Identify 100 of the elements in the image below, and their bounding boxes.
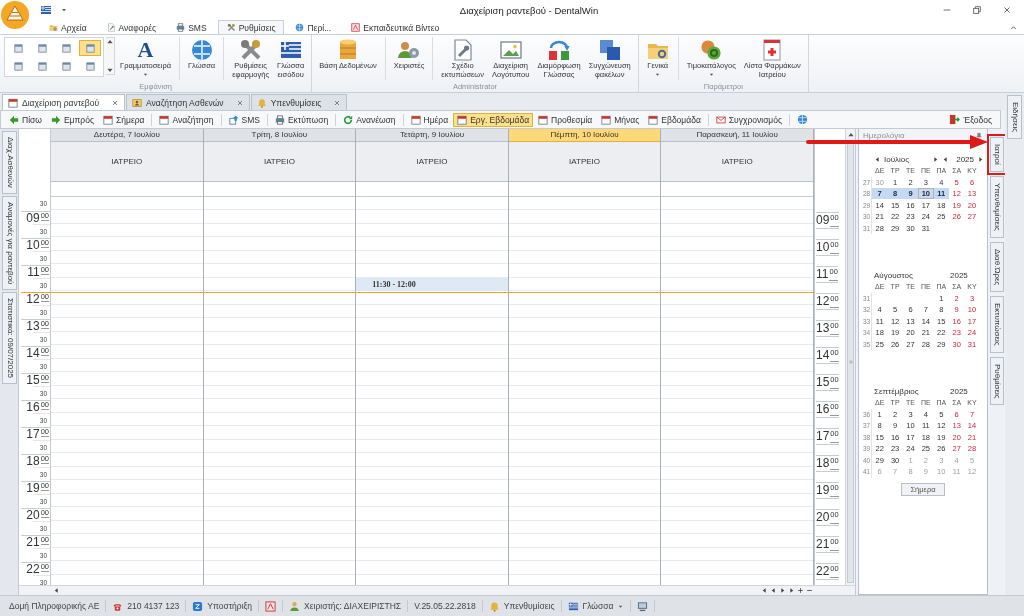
toolbar-button[interactable]: Εκτύπωση — [270, 112, 333, 127]
toolbar-button[interactable]: Μήνας — [597, 112, 644, 127]
ribbon-tab[interactable]: SMS — [167, 20, 216, 34]
hour-label: 13 — [26, 319, 40, 333]
triangle-up-icon — [846, 131, 855, 139]
globe-icon — [189, 38, 214, 62]
upload-icon — [228, 114, 239, 125]
layout-option[interactable] — [79, 40, 101, 56]
hour-label: 16 — [26, 400, 40, 414]
scroll-down-button[interactable] — [106, 66, 114, 74]
hour-label: 17 — [816, 429, 830, 443]
bell-icon — [256, 97, 267, 108]
scroll-up-button[interactable] — [106, 38, 114, 46]
ribbon-tab[interactable]: Αναφορές — [97, 20, 166, 34]
status-item[interactable]: 210 4137 123 — [106, 600, 187, 612]
toolbar-button[interactable]: Σήμερα — [99, 112, 149, 127]
close-icon — [333, 98, 342, 107]
side-tab[interactable]: Αναμονές για ραντεβού — [1, 195, 17, 291]
calendar-icon — [648, 114, 659, 125]
status-item[interactable]: Χειριστής: ΔΙΑΧΕΙΡΙΣΤΗΣ — [283, 600, 409, 612]
side-tab[interactable]: Ειδήσεις — [1007, 95, 1022, 140]
document-tab[interactable]: Υπενθυμίσεις — [250, 94, 348, 110]
next-month-button[interactable] — [932, 155, 940, 163]
tools-icon — [238, 38, 263, 62]
hour-label: 18 — [26, 454, 40, 468]
exit-button[interactable]: Έξοδος — [945, 112, 996, 127]
window-icon — [60, 42, 72, 54]
month-label: Ιούλιος — [884, 154, 911, 164]
status-text: Χειριστής: ΔΙΑΧΕΙΡΙΣΤΗΣ — [304, 601, 402, 611]
scrollbar-thumb[interactable] — [847, 141, 854, 583]
status-item[interactable]: Γλώσσα — [561, 600, 632, 612]
hour-label: 09 — [816, 213, 830, 227]
side-tab[interactable]: Στατιστικά: 09/07/2025 — [1, 292, 17, 385]
side-tab[interactable]: Διαχ.Ασθενών — [1, 131, 17, 194]
side-tab[interactable]: Υπενθυμίσεις — [989, 175, 1004, 238]
document-icon — [265, 600, 277, 612]
side-tab[interactable]: Διαθ.Ώρες — [989, 241, 1004, 292]
hour-label: 13 — [816, 321, 830, 335]
day-header: Παρασκευή, 11 Ιουλίου — [661, 129, 813, 142]
hour-label: 19 — [816, 483, 830, 497]
document-tab[interactable]: Διαχείριση ραντεβού — [2, 94, 126, 110]
toolbar-button[interactable]: Εργ. Εβδομάδα — [453, 112, 534, 127]
printer-icon — [274, 114, 285, 125]
hour-label: 11 — [816, 267, 829, 281]
globe-icon — [797, 114, 809, 125]
appointment[interactable]: 11:30 - 12:00 — [356, 277, 508, 292]
resource-label: ΙΑΤΡΕΙΟ — [111, 156, 143, 166]
close-button[interactable] — [1002, 5, 1012, 15]
toolbar-button[interactable]: Πίσω — [5, 112, 46, 127]
calendar-icon — [457, 114, 468, 125]
triangle-right-icon — [932, 155, 940, 163]
restore-icon — [972, 5, 982, 15]
ribbon-tab[interactable]: Αρχεία — [40, 20, 96, 34]
ribbon-tab[interactable]: Ρυθμίσεις — [217, 20, 285, 34]
resource-label: ΙΑΤΡΕΙΟ — [569, 156, 601, 166]
toolbar-button[interactable]: Συγχρονισμός — [711, 112, 787, 127]
side-tab[interactable]: Ιατροί — [989, 137, 1004, 172]
zoom-out-button[interactable] — [806, 587, 813, 594]
close-tab-button[interactable] — [111, 98, 120, 107]
calendar-icon — [410, 114, 421, 125]
scroll-up-button[interactable] — [846, 131, 855, 139]
pin-button[interactable] — [975, 131, 983, 140]
plus-icon — [797, 587, 804, 594]
next-year-button[interactable] — [977, 155, 984, 163]
hour-label: 15 — [816, 375, 830, 389]
status-text: Γλώσσα — [582, 601, 614, 611]
previous-year-button[interactable] — [942, 155, 950, 163]
toolbar-button[interactable]: Αναζήτηση — [155, 112, 218, 127]
document-tab[interactable]: Αναζήτηση Ασθενών — [126, 94, 250, 110]
zoom-in-button[interactable] — [797, 587, 804, 594]
year-label: 2025 — [950, 386, 968, 396]
close-tab-button[interactable] — [235, 98, 244, 107]
toolbar-button[interactable]: Εβδομάδα — [644, 112, 705, 127]
status-item[interactable]: Υποστήριξη — [186, 600, 260, 612]
toolbar-button[interactable]: Ημέρα — [406, 112, 453, 127]
side-tab[interactable]: Ρυθμίσεις — [989, 356, 1004, 406]
triangle-up-icon — [106, 38, 114, 46]
toolbar-button[interactable]: Προθεσμία — [534, 112, 597, 127]
squares-icon — [597, 38, 622, 62]
close-tab-button[interactable] — [333, 98, 342, 107]
envelope-icon — [715, 114, 726, 125]
side-tab[interactable]: Εκτυπώσεις — [989, 296, 1004, 353]
support-icon — [192, 600, 204, 612]
hour-label: 21 — [816, 537, 830, 551]
ribbon-tab[interactable]: Περί... — [286, 20, 341, 34]
toolbar-button[interactable]: SMS — [224, 112, 264, 127]
restore-button[interactable] — [972, 5, 982, 15]
triangle-left-icon — [874, 155, 881, 163]
close-icon — [1002, 5, 1012, 15]
previous-month-button[interactable] — [874, 155, 881, 163]
day-header: Τετάρτη, 9 Ιουλίου — [356, 129, 508, 142]
status-item[interactable]: Υπενθυμίσεις — [482, 600, 562, 612]
picture-frame-icon — [498, 38, 523, 62]
toolbar-button[interactable]: Εμπρός — [46, 112, 98, 127]
hour-label: 19 — [26, 481, 40, 495]
toolbar-button[interactable]: Ανανέωση — [339, 112, 400, 127]
window-icon — [12, 60, 24, 72]
hour-label: 21 — [26, 535, 40, 549]
ribbon-tab[interactable]: Εκπαιδευτικά Βίντεο — [342, 20, 449, 34]
user-icon — [289, 600, 301, 612]
